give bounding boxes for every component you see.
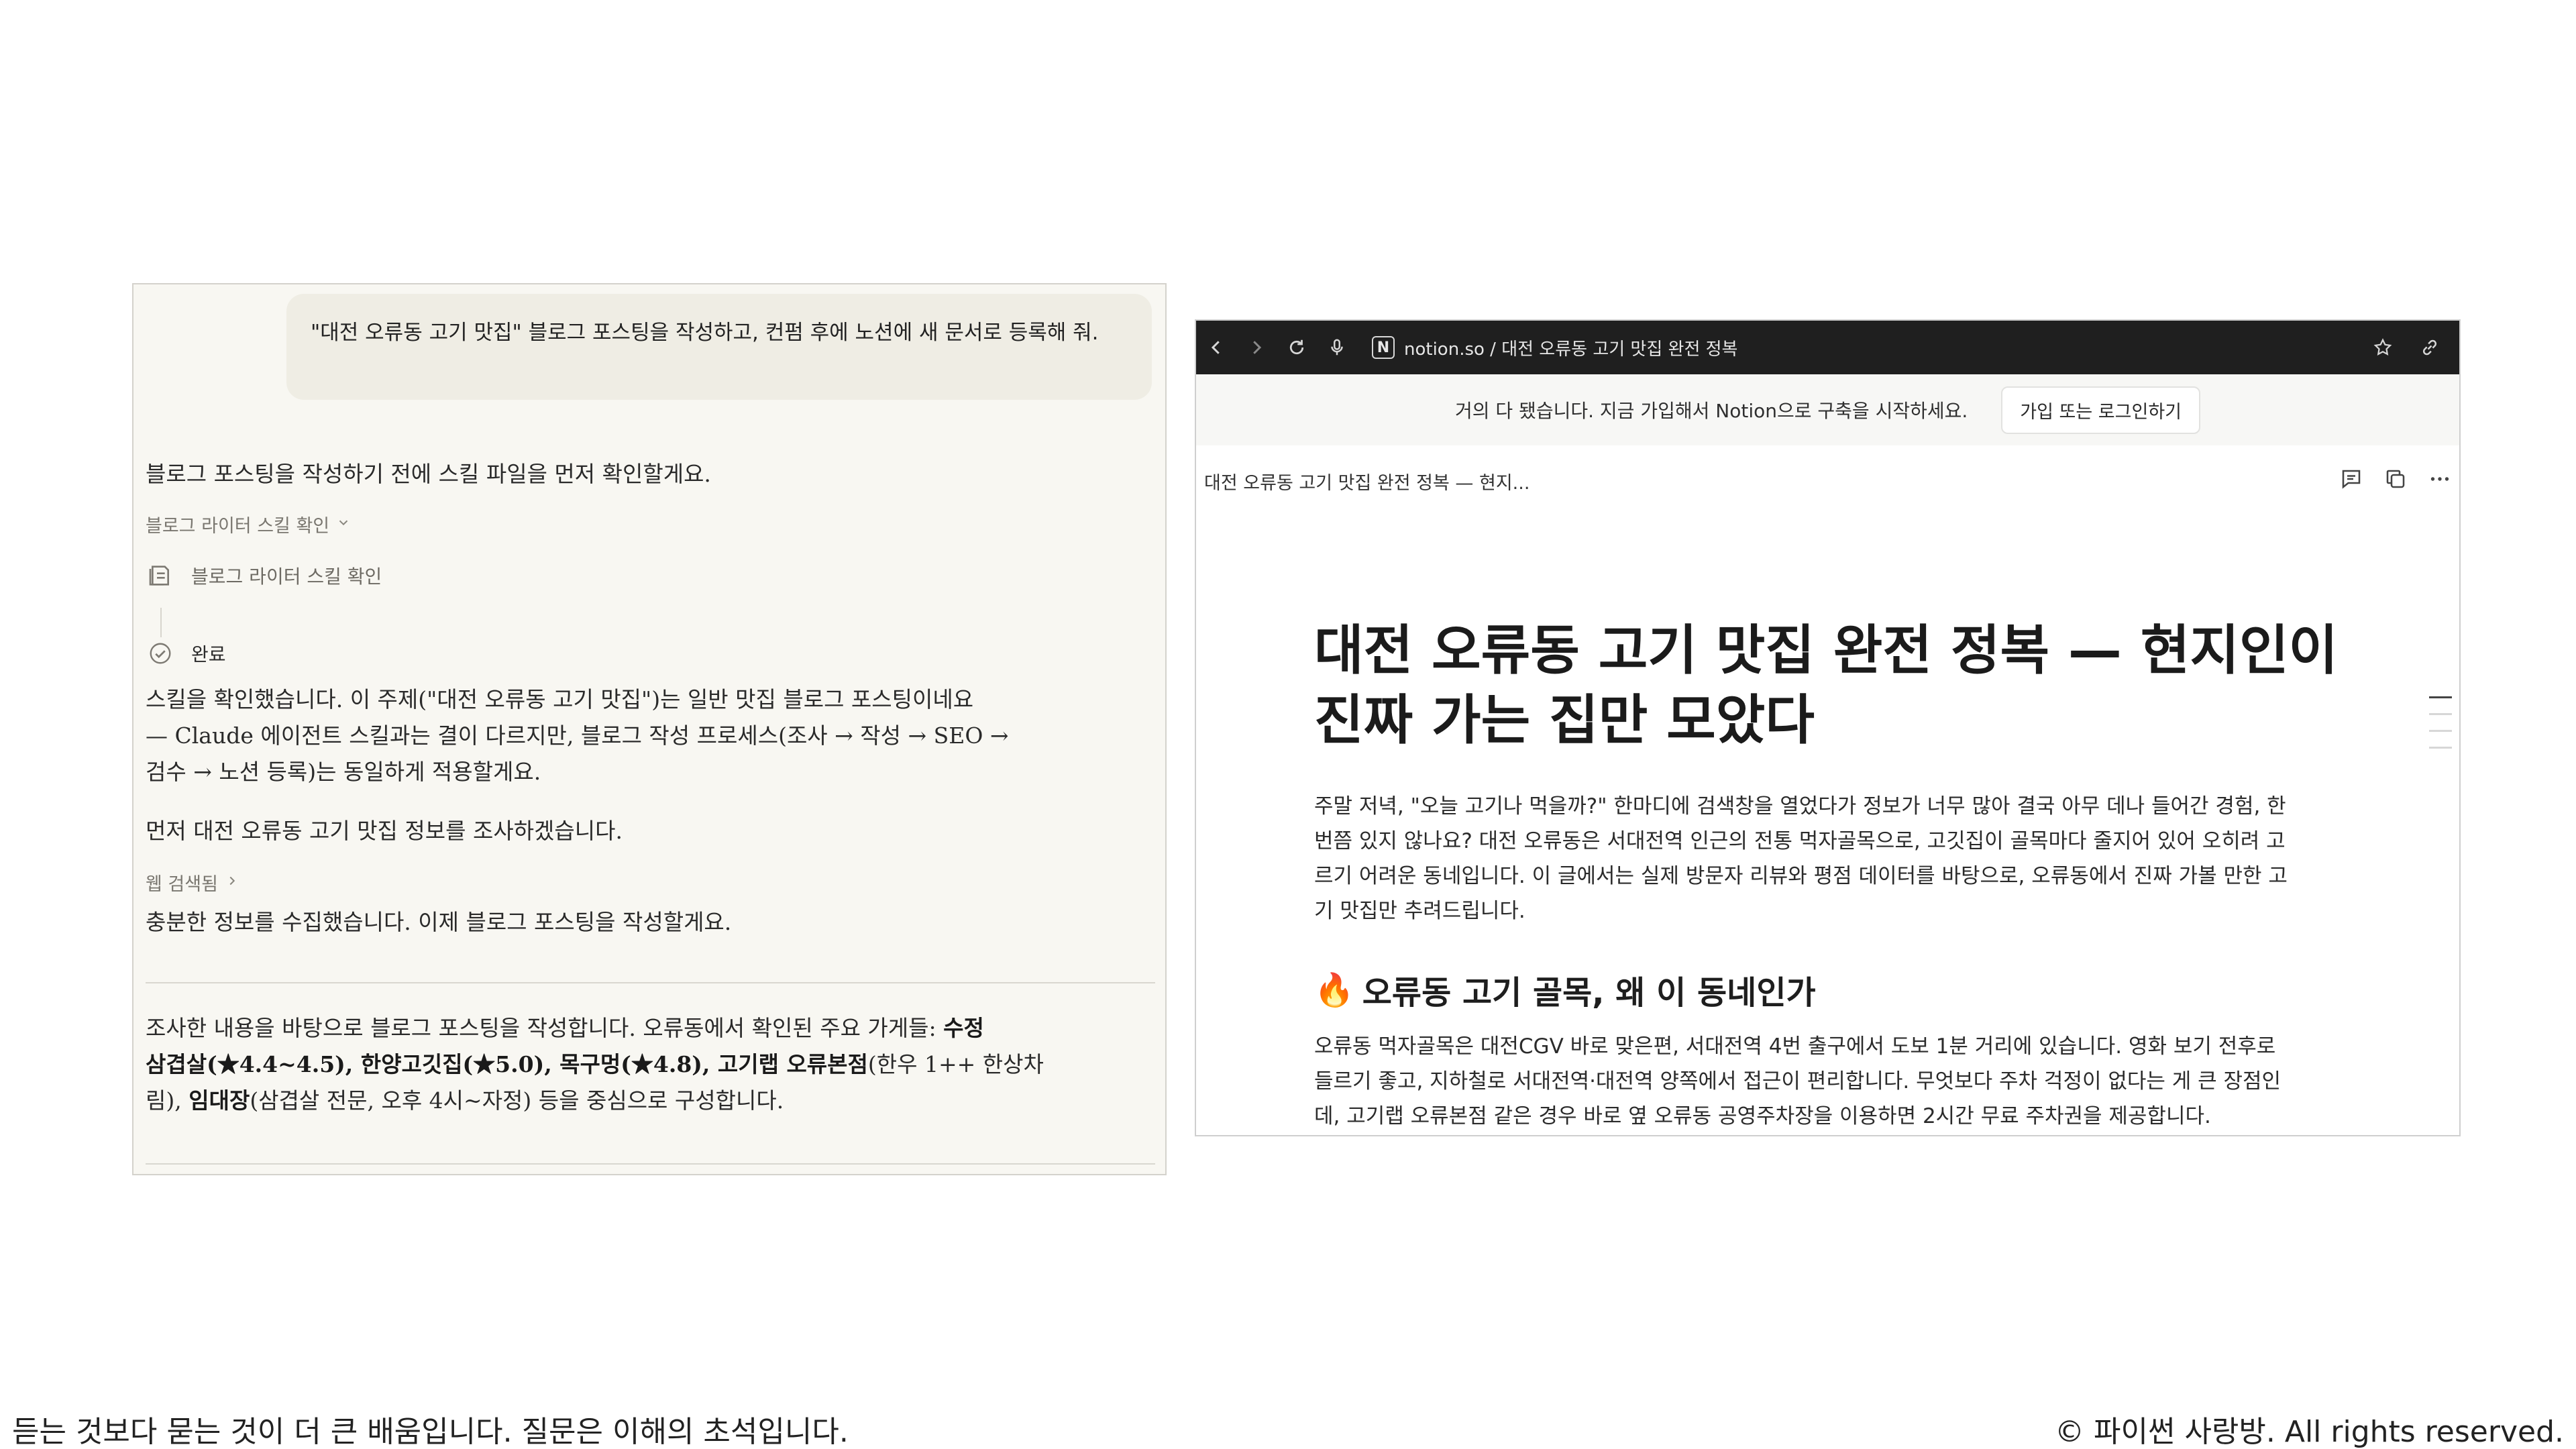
table-of-contents-indicator[interactable] xyxy=(2429,696,2452,749)
microphone-button[interactable] xyxy=(1317,321,1357,374)
user-message-bubble: "대전 오류동 고기 맛집" 블로그 포스팅을 작성하고, 컨펌 후에 노션에 … xyxy=(286,294,1152,400)
intro-line-1: 주말 저녁, "오늘 고기나 먹을까?" 한마디에 검색창을 열었다가 정보가 … xyxy=(1314,794,2286,818)
step-connector xyxy=(160,608,162,637)
section-paragraph: 오류동 먹자골목은 대전CGV 바로 맞은편, 서대전역 4번 출구에서 도보 … xyxy=(1314,1029,2361,1134)
back-icon xyxy=(1211,341,1220,354)
assistant-para-3: 충분한 정보를 수집했습니다. 이제 블로그 포스팅을 작성할게요. xyxy=(146,909,732,935)
intro-line-4: 기 맛집만 추려드립니다. xyxy=(1314,899,1525,923)
para4-text-d: 림), xyxy=(146,1087,182,1114)
toc-marker xyxy=(2429,713,2452,715)
footer-quote: 듣는 것보다 묻는 것이 더 큰 배움입니다. 질문은 이해의 초석입니다. xyxy=(12,1415,849,1449)
para1-line-3: 검수 → 노션 등록)는 동일하게 적용할게요. xyxy=(146,759,541,785)
address-bar-url: notion.so / 대전 오류동 고기 맛집 완전 정복 xyxy=(1404,339,1738,360)
back-button[interactable] xyxy=(1196,321,1236,374)
notion-page-header: 대전 오류동 고기 맛집 완전 정복 — 현지... xyxy=(1204,464,2452,498)
address-bar[interactable]: N notion.so / 대전 오류동 고기 맛집 완전 정복 xyxy=(1372,335,1737,360)
toc-marker-active xyxy=(2429,696,2452,698)
chevron-right-icon xyxy=(225,872,239,893)
skill-check-toggle[interactable]: 블로그 라이터 스킬 확인 xyxy=(146,511,351,537)
document-intro-paragraph: 주말 저녁, "오늘 고기나 먹을까?" 한마디에 검색창을 열었다가 정보가 … xyxy=(1314,789,2361,928)
notion-logo-icon: N xyxy=(1372,336,1395,359)
page-header-title: 대전 오류동 고기 맛집 완전 정복 — 현지... xyxy=(1204,472,1530,494)
bookmark-button[interactable] xyxy=(2363,321,2403,374)
doc-title-line-2: 진짜 가는 집만 모았다 xyxy=(1314,689,1815,751)
forward-button[interactable] xyxy=(1236,321,1277,374)
signup-banner: 거의 다 됐습니다. 지금 가입해서 Notion으로 구축을 시작하세요. 가… xyxy=(1196,374,2459,445)
comment-button[interactable] xyxy=(2339,467,2363,496)
document-title: 대전 오류동 고기 맛집 완전 정복 — 현지인이 진짜 가는 집만 모았다 xyxy=(1314,616,2361,755)
signup-login-button[interactable]: 가입 또는 로그인하기 xyxy=(2001,386,2201,434)
skill-step-item: 블로그 라이터 스킬 확인 xyxy=(147,562,382,589)
chevron-down-icon xyxy=(336,514,351,535)
para4-bold-b1: 수정 xyxy=(943,1015,984,1041)
fire-icon: 🔥 xyxy=(1314,971,1354,1009)
section-line-3: 데, 고기랩 오류본점 같은 경우 바로 옆 오류동 공영주차장을 이용하면 2… xyxy=(1314,1104,2211,1128)
document-icon xyxy=(147,562,174,589)
assistant-para-1: 스킬을 확인했습니다. 이 주제("대전 오류동 고기 맛집")는 일반 맛집 … xyxy=(146,682,1009,790)
comment-icon xyxy=(2342,470,2361,489)
microphone-icon xyxy=(1331,339,1343,356)
duplicate-button[interactable] xyxy=(2383,467,2408,496)
more-options-button[interactable] xyxy=(2428,467,2452,496)
assistant-para-4: 조사한 내용을 바탕으로 블로그 포스팅을 작성합니다. 오류동에서 확인된 주… xyxy=(146,1010,1152,1119)
divider xyxy=(146,982,1155,983)
browser-window: N notion.so / 대전 오류동 고기 맛집 완전 정복 거의 다 됐습… xyxy=(1195,319,2461,1136)
divider-bottom xyxy=(146,1163,1155,1165)
intro-line-2: 번쯤 있지 않나요? 대전 오류동은 서대전역 인근의 전통 먹자골목으로, 고… xyxy=(1314,829,2286,853)
toc-marker xyxy=(2429,730,2452,732)
doc-title-line-1: 대전 오류동 고기 맛집 완전 정복 — 현지인이 xyxy=(1314,619,2339,682)
para4-bold-e: 임대장 xyxy=(189,1087,250,1114)
skill-check-toggle-label: 블로그 라이터 스킬 확인 xyxy=(146,516,330,537)
star-icon xyxy=(2373,338,2392,356)
skill-step-label: 블로그 라이터 스킬 확인 xyxy=(191,566,382,588)
section-line-2: 들르기 좋고, 지하철로 서대전역·대전역 양쪽에서 접근이 편리합니다. 무엇… xyxy=(1314,1069,2282,1093)
section-line-1: 오류동 먹자골목은 대전CGV 바로 맞은편, 서대전역 4번 출구에서 도보 … xyxy=(1314,1034,2276,1059)
web-search-toggle[interactable]: 웹 검색됨 xyxy=(146,869,239,896)
check-circle-icon xyxy=(147,640,174,667)
reload-button[interactable] xyxy=(1277,321,1317,374)
footer-copyright: © 파이썬 사랑방. All rights reserved. xyxy=(2055,1415,2564,1449)
step-done-label: 완료 xyxy=(191,643,226,665)
banner-text: 거의 다 됐습니다. 지금 가입해서 Notion으로 구축을 시작하세요. xyxy=(1454,400,1968,422)
assistant-para-2: 먼저 대전 오류동 고기 맛집 정보를 조사하겠습니다. xyxy=(146,818,623,844)
forward-icon xyxy=(1253,341,1262,354)
web-search-label: 웹 검색됨 xyxy=(146,874,218,895)
reload-icon xyxy=(1289,339,1304,355)
para4-text-c: (한우 1++ 한상차 xyxy=(867,1051,1044,1077)
para1-line-1: 스킬을 확인했습니다. 이 주제("대전 오류동 고기 맛집")는 일반 맛집 … xyxy=(146,686,974,712)
intro-line-3: 르기 어려운 동네입니다. 이 글에서는 실제 방문자 리뷰와 평점 데이터를 … xyxy=(1314,864,2288,888)
para4-bold-b2: 삼겹살(★4.4~4.5), 한양고깃집(★5.0), 목구멍(★4.8), 고… xyxy=(146,1051,868,1077)
browser-toolbar: N notion.so / 대전 오류동 고기 맛집 완전 정복 xyxy=(1196,321,2459,374)
chat-panel: "대전 오류동 고기 맛집" 블로그 포스팅을 작성하고, 컨펌 후에 노션에 … xyxy=(132,283,1167,1175)
share-link-button[interactable] xyxy=(2410,321,2450,374)
more-icon xyxy=(2430,476,2449,481)
step-done-item: 완료 xyxy=(147,640,226,667)
para4-text-f: (삼겹살 전문, 오후 4시~자정) 등을 중심으로 구성합니다. xyxy=(250,1087,784,1114)
section-heading: 🔥 오류동 고기 골목, 왜 이 동네인가 xyxy=(1314,966,2361,1013)
section-heading-text: 오류동 고기 골목, 왜 이 동네인가 xyxy=(1362,974,1816,1012)
link-icon xyxy=(2422,339,2437,356)
toc-marker xyxy=(2429,747,2452,749)
assistant-intro-text: 블로그 포스팅을 작성하기 전에 스킬 파일을 먼저 확인할게요. xyxy=(146,461,711,487)
para4-text-a: 조사한 내용을 바탕으로 블로그 포스팅을 작성합니다. 오류동에서 확인된 주… xyxy=(146,1015,936,1041)
para1-line-2: — Claude 에이전트 스킬과는 결이 다르지만, 블로그 작성 프로세스(… xyxy=(146,722,1009,749)
copy-icon xyxy=(2386,470,2405,488)
